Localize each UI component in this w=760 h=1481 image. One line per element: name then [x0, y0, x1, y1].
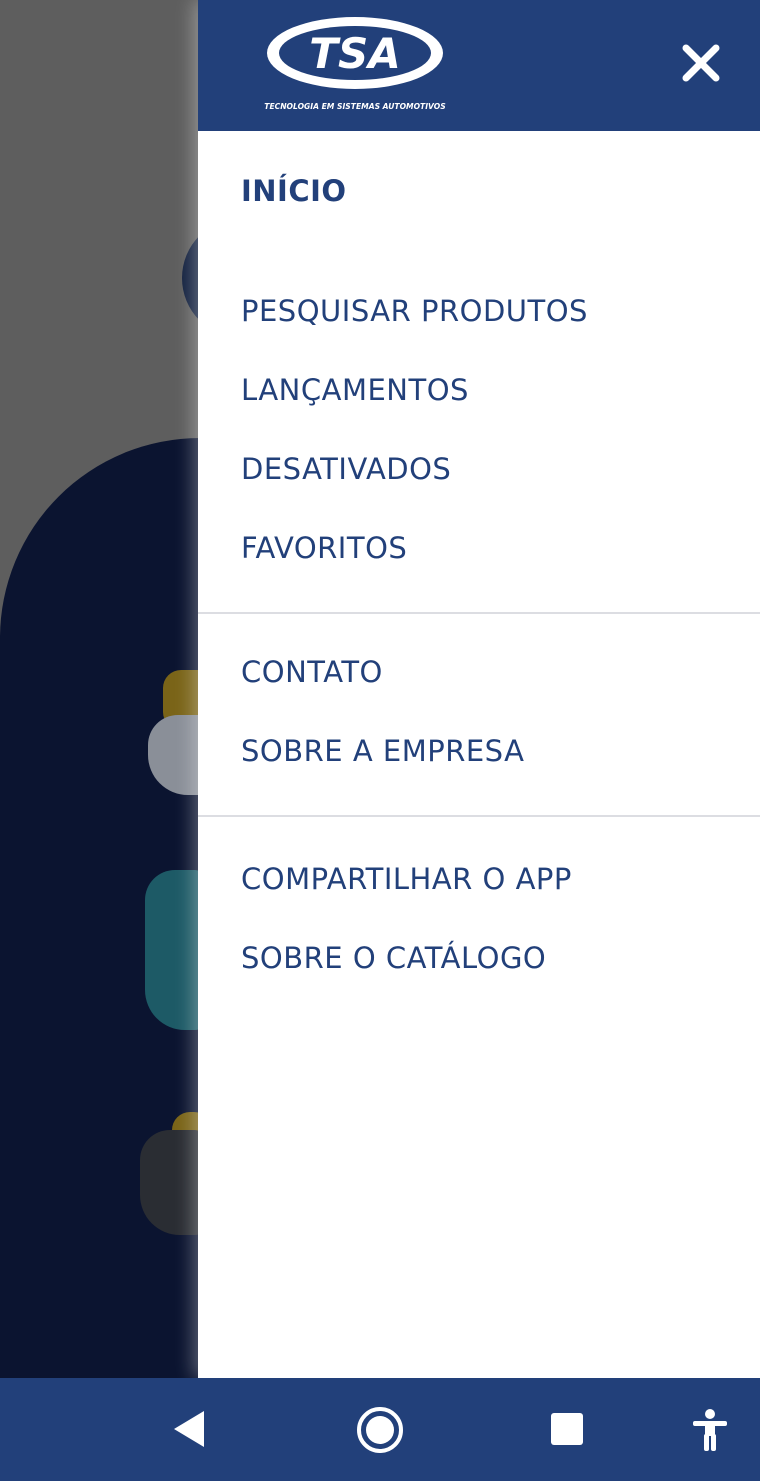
menu-item-favoritos[interactable]: FAVORITOS — [241, 531, 407, 565]
background-van-image — [140, 1130, 205, 1235]
home-icon — [357, 1407, 403, 1453]
system-navigation-bar — [0, 1378, 760, 1481]
menu-item-lancamentos[interactable]: LANÇAMENTOS — [241, 373, 469, 407]
logo-text: TSA — [309, 29, 400, 78]
menu-divider — [198, 815, 760, 817]
menu-item-sobre-a-empresa[interactable]: SOBRE A EMPRESA — [241, 734, 524, 768]
close-icon — [682, 44, 720, 82]
background-truck-image — [145, 870, 205, 1030]
close-button[interactable] — [678, 40, 724, 86]
accessibility-button[interactable] — [690, 1408, 730, 1452]
navigation-drawer: TSA TECNOLOGIA EM SISTEMAS AUTOMOTIVOS I… — [198, 0, 760, 1378]
drawer-header: TSA TECNOLOGIA EM SISTEMAS AUTOMOTIVOS — [198, 0, 760, 131]
logo-tagline: TECNOLOGIA EM SISTEMAS AUTOMOTIVOS — [264, 102, 446, 111]
back-button[interactable] — [170, 1408, 210, 1450]
menu-item-contato[interactable]: CONTATO — [241, 655, 383, 689]
menu-item-inicio[interactable]: INÍCIO — [241, 174, 347, 208]
menu-item-desativados[interactable]: DESATIVADOS — [241, 452, 451, 486]
tsa-logo: TSA TECNOLOGIA EM SISTEMAS AUTOMOTIVOS — [264, 14, 446, 114]
recents-button[interactable] — [550, 1412, 584, 1446]
menu-item-sobre-o-catalogo[interactable]: SOBRE O CATÁLOGO — [241, 941, 546, 975]
accessibility-icon — [693, 1409, 727, 1451]
home-button[interactable] — [355, 1405, 405, 1455]
back-icon — [174, 1411, 204, 1447]
recents-icon — [551, 1413, 583, 1445]
menu-item-compartilhar-o-app[interactable]: COMPARTILHAR O APP — [241, 862, 572, 896]
menu-divider — [198, 612, 760, 614]
menu-item-pesquisar-produtos[interactable]: PESQUISAR PRODUTOS — [241, 294, 588, 328]
